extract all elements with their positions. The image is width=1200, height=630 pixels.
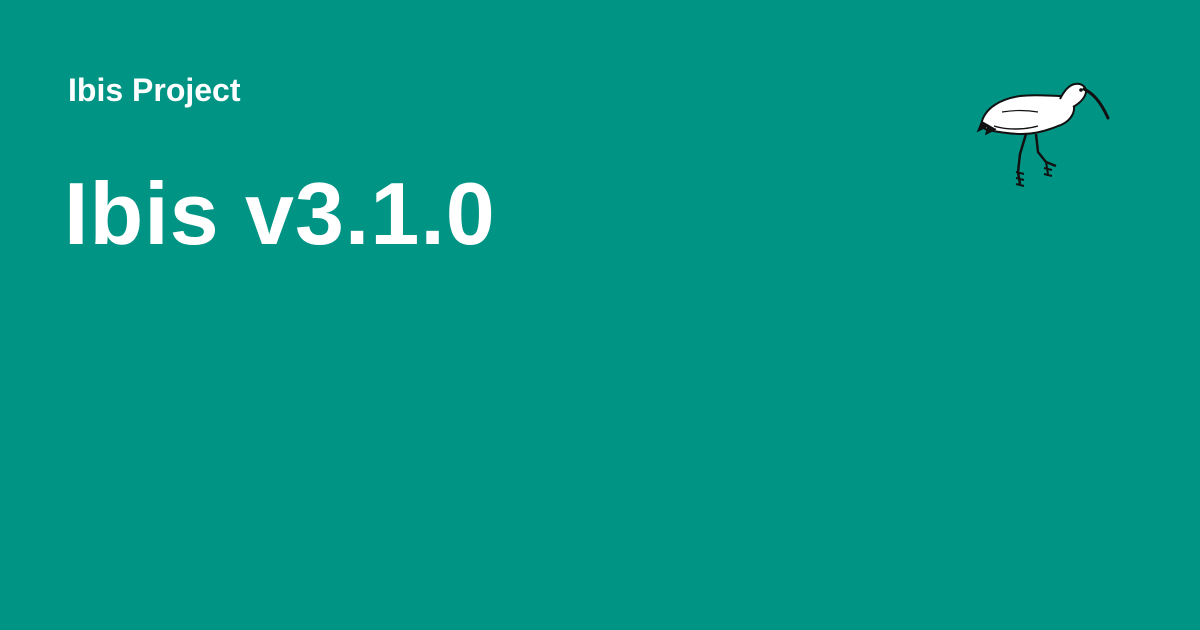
site-name: Ibis Project [68,72,241,108]
page-title: Ibis v3.1.0 [64,164,496,263]
social-card: Ibis Project Ibis v3.1.0 [0,0,1200,630]
ibis-bird-icon [976,76,1112,192]
